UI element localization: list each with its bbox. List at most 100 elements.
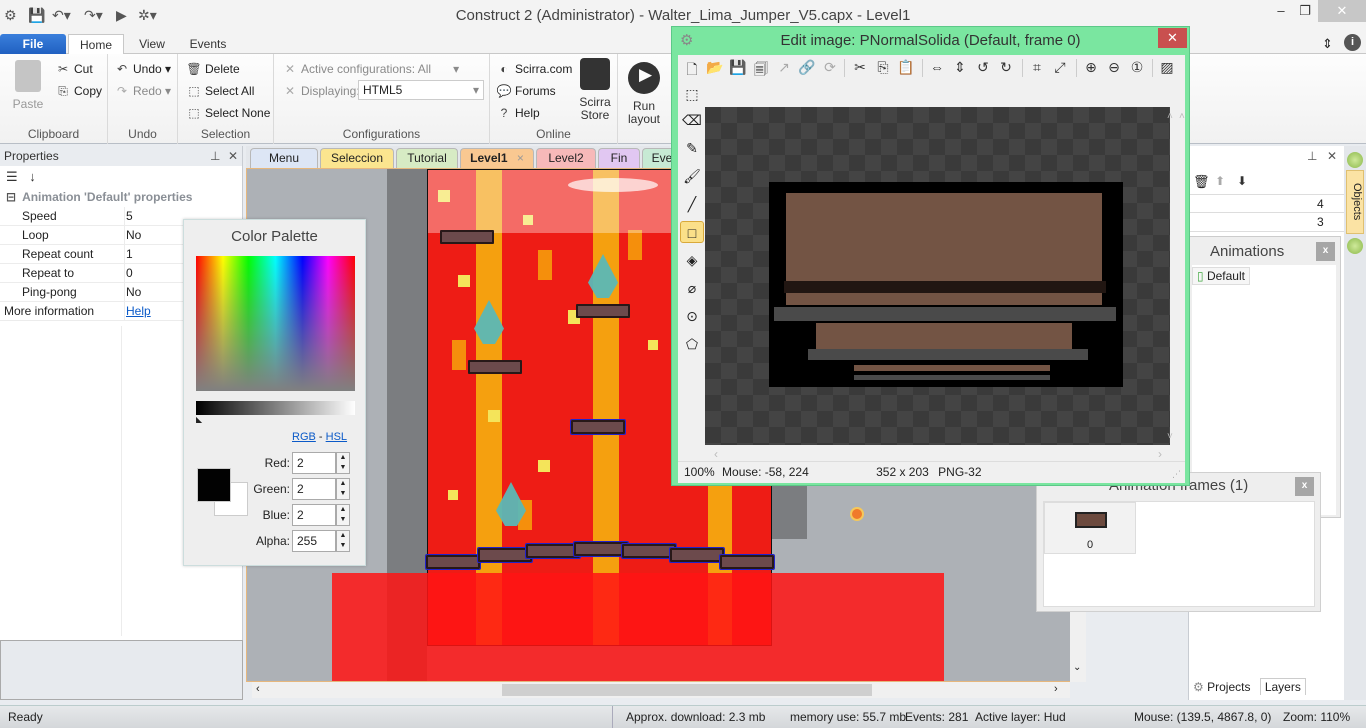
tab-home[interactable]: Home (68, 34, 124, 55)
resize-grip-icon[interactable]: ⋰ (1172, 469, 1181, 480)
h-scroll-right-icon[interactable]: › (1158, 447, 1162, 461)
properties-category[interactable]: ⊟ Animation 'Default' properties (0, 188, 242, 207)
pencil-tool[interactable]: ✎ (680, 137, 704, 159)
active-config-dropdown[interactable]: ✕ Active configurations: All ▾ (282, 62, 459, 76)
transparency-icon[interactable]: ▨ (1157, 59, 1177, 76)
tab-close-icon[interactable]: × (517, 151, 524, 165)
trash-icon[interactable]: 🗑 (1193, 174, 1210, 190)
help-link[interactable]: Help (124, 302, 151, 321)
tab-view[interactable]: View (130, 34, 174, 55)
image-canvas[interactable]: ˄ (705, 107, 1185, 445)
tab-menu[interactable]: Menu (250, 148, 318, 168)
green-spinner[interactable]: ▲ ▼ (336, 478, 350, 500)
fireball[interactable] (850, 507, 864, 521)
move-down-icon[interactable]: ⬇ (1237, 174, 1247, 188)
zoom-out-icon[interactable]: ⊖ (1104, 59, 1124, 76)
platform[interactable] (440, 230, 494, 244)
property-value[interactable]: 0 (124, 264, 133, 283)
select-none-button[interactable]: ⬚ Select None (186, 106, 270, 120)
eraser-tool[interactable]: ⌫ (680, 109, 704, 131)
redo-button[interactable]: ↷ Redo ▾ (114, 84, 171, 98)
tab-projects[interactable]: ⚙ Projects (1193, 680, 1250, 694)
save-icon[interactable]: 💾 (728, 59, 748, 76)
delete-button[interactable]: 🗑 Delete (186, 62, 239, 76)
tab-fin[interactable]: Fin (598, 148, 640, 168)
red-spinner[interactable]: ▲ ▼ (336, 452, 350, 474)
green-input[interactable]: 2 (292, 478, 336, 500)
tab-seleccion[interactable]: Seleccion (320, 148, 394, 168)
platform-selected[interactable] (719, 554, 775, 570)
copy-icon[interactable]: ⎘ (873, 59, 893, 76)
external-edit-icon[interactable]: ↗ (774, 59, 794, 76)
list-item[interactable]: 4 (1189, 194, 1345, 213)
color-picker-tool[interactable]: ⌀ (680, 277, 704, 299)
tab-level1[interactable]: Level1 × (460, 148, 534, 168)
platform-selected[interactable] (669, 547, 725, 563)
animations-close-button[interactable]: x (1316, 242, 1335, 261)
h-scroll-left-icon[interactable]: ‹ (714, 447, 718, 461)
pin-icon[interactable]: ⊥ (1307, 149, 1317, 163)
ribbon-collapse-icon[interactable]: ⇕ (1322, 36, 1333, 52)
collapse-icon[interactable]: ⊟ (6, 190, 16, 204)
scroll-thumb[interactable] (502, 684, 872, 696)
panel-close-icon[interactable]: ✕ (1327, 149, 1337, 163)
platform-selected[interactable] (525, 543, 581, 559)
scirra-link[interactable]: ◐ Scirra.com (496, 62, 572, 76)
new-image-icon[interactable]: 🗋 (682, 59, 702, 83)
select-all-button[interactable]: ⬚ Select All (186, 84, 254, 98)
rectangle-select-tool[interactable]: ⬚ (680, 83, 704, 105)
cut-button[interactable]: ✂ Cut (55, 62, 93, 76)
fill-tool[interactable]: ◈ (680, 249, 704, 271)
horizontal-scrollbar[interactable]: ‹ › (252, 682, 1070, 698)
move-up-icon[interactable]: ⬆ (1215, 174, 1225, 188)
luminance-marker-icon[interactable]: ◣ (196, 415, 202, 424)
line-tool[interactable]: ╱ (680, 193, 704, 215)
hsl-mode-link[interactable]: HSL (326, 431, 347, 443)
objects-tab[interactable]: Objects (1346, 170, 1364, 234)
minimize-button[interactable]: – (1270, 0, 1292, 22)
property-value[interactable]: 5 (124, 207, 133, 226)
paste-icon[interactable]: 📋 (896, 59, 916, 76)
flip-horizontal-icon[interactable]: ⇔ (927, 59, 947, 75)
alpha-spinner[interactable]: ▲ ▼ (336, 530, 350, 552)
platform-selected[interactable] (573, 541, 629, 557)
luminance-slider[interactable] (196, 401, 355, 415)
scroll-down-icon[interactable]: ⌄ (1073, 662, 1081, 673)
tab-file[interactable]: File (0, 34, 66, 55)
list-item[interactable]: 3 (1189, 213, 1345, 232)
sort-az-icon[interactable]: ↓ (29, 169, 36, 184)
dialog-close-button[interactable]: ✕ (1158, 28, 1187, 48)
platform-selected[interactable] (621, 543, 677, 559)
export-icon[interactable]: 🗐 (751, 59, 771, 83)
v-scroll-down-icon[interactable]: ˅ (1167, 431, 1173, 442)
rgb-mode-link[interactable]: RGB (292, 431, 316, 443)
forums-link[interactable]: 💬 Forums (496, 84, 556, 98)
restore-button[interactable]: ❐ (1294, 0, 1316, 22)
platform-selected[interactable] (477, 547, 533, 563)
copy-button[interactable]: ⎘ Copy (55, 84, 102, 99)
scroll-up-icon[interactable]: ˄ (1179, 111, 1185, 122)
tab-layers[interactable]: Layers (1259, 678, 1306, 695)
crop-icon[interactable]: ⌗ (1027, 59, 1047, 76)
property-value[interactable]: No (124, 226, 141, 245)
scroll-left-icon[interactable]: ‹ (256, 683, 260, 695)
categorized-icon[interactable]: ☰ (6, 169, 18, 184)
tab-tutorial[interactable]: Tutorial (396, 148, 458, 168)
animation-item-default[interactable]: ▯ Default (1192, 267, 1250, 285)
pin-icon[interactable]: ⊥ (210, 149, 220, 163)
platform[interactable] (468, 360, 522, 374)
undo-button[interactable]: ↶ Undo ▾ (114, 62, 171, 76)
red-input[interactable]: 2 (292, 452, 336, 474)
property-value[interactable]: No (124, 283, 141, 302)
info-icon[interactable]: i (1344, 34, 1361, 51)
close-button[interactable]: ✕ (1318, 0, 1366, 22)
v-scroll-up-icon[interactable]: ˄ (1167, 111, 1173, 122)
open-folder-icon[interactable]: 📂 (705, 59, 725, 76)
panel-close-icon[interactable]: ✕ (228, 149, 238, 163)
frame-thumbnail[interactable]: 0 (1044, 502, 1136, 554)
scroll-right-icon[interactable]: › (1054, 683, 1058, 695)
cut-icon[interactable]: ✂ (850, 59, 870, 76)
platform-selected[interactable] (570, 419, 626, 435)
origin-point-tool[interactable]: ⊙ (680, 305, 704, 327)
tab-level2[interactable]: Level2 (536, 148, 596, 168)
